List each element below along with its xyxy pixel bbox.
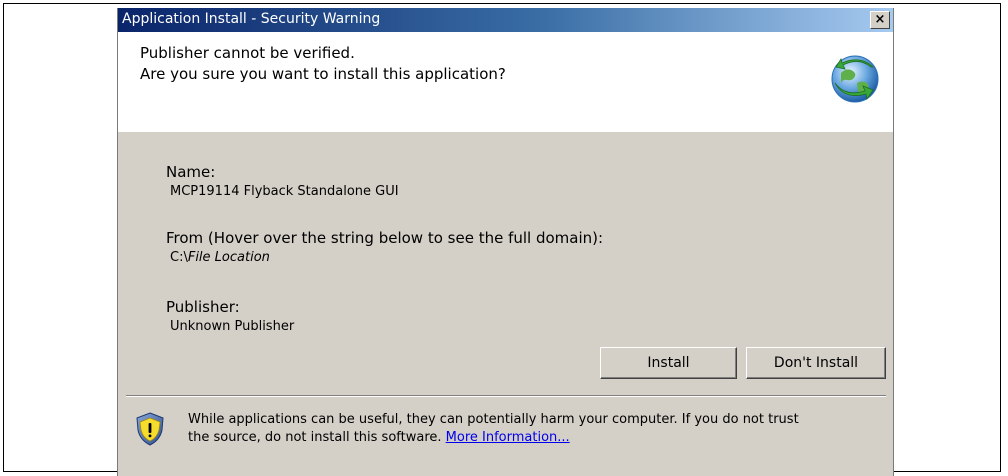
header-line-2: Are you sure you want to install this ap… <box>140 65 506 83</box>
dialog-title: Application Install - Security Warning <box>122 11 381 27</box>
from-value[interactable]: C:\File Location <box>170 250 270 265</box>
more-information-link[interactable]: More Information... <box>446 430 570 445</box>
from-label: From (Hover over the string below to see… <box>166 229 604 247</box>
dialog-header: Publisher cannot be verified. Are you su… <box>118 32 893 132</box>
from-path-value: File Location <box>187 250 270 265</box>
publisher-value: Unknown Publisher <box>170 319 295 334</box>
warning-line-1: While applications can be useful, they c… <box>188 412 799 427</box>
name-label: Name: <box>166 163 216 181</box>
dont-install-button[interactable]: Don't Install <box>746 347 886 379</box>
close-button[interactable]: × <box>870 11 890 29</box>
security-warning-dialog: Application Install - Security Warning ×… <box>117 8 894 476</box>
publisher-label: Publisher: <box>166 298 240 316</box>
warning-line-2: the source, do not install this software… <box>188 430 570 445</box>
install-button[interactable]: Install <box>600 347 737 379</box>
header-line-1: Publisher cannot be verified. <box>140 44 355 62</box>
from-path-prefix: C:\ <box>170 250 188 265</box>
security-shield-icon <box>136 412 164 446</box>
warning-text: the source, do not install this software… <box>188 430 446 445</box>
title-bar[interactable]: Application Install - Security Warning × <box>118 8 893 32</box>
globe-arrow-icon <box>831 55 879 103</box>
name-value: MCP19114 Flyback Standalone GUI <box>170 184 399 199</box>
divider <box>126 395 886 397</box>
